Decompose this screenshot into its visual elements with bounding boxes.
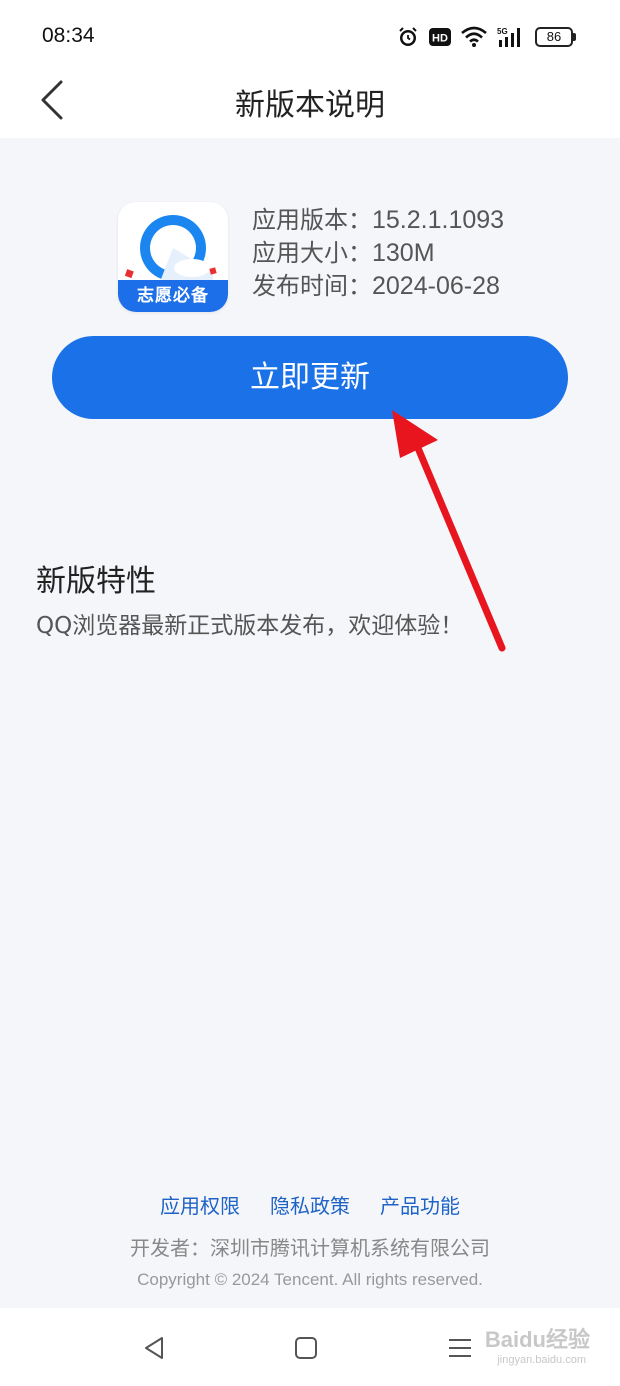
app-icon: 志愿必备 <box>118 202 228 312</box>
footer-links: 应用权限 隐私政策 产品功能 <box>0 1190 620 1219</box>
size-value: 130M <box>372 239 435 267</box>
version-label: 应用版本： <box>252 206 372 234</box>
navigation-bar: Baidu经验 jingyan.baidu.com <box>0 1308 620 1386</box>
footer-link-permissions[interactable]: 应用权限 <box>160 1190 240 1219</box>
meta-version-row: 应用版本： 15.2.1.1093 <box>252 204 504 237</box>
footer-link-privacy[interactable]: 隐私政策 <box>270 1190 350 1219</box>
developer-info: 开发者：深圳市腾讯计算机系统有限公司 <box>130 1236 490 1260</box>
app-meta: 应用版本： 15.2.1.1093 应用大小： 130M 发布时间： 2024-… <box>252 204 504 303</box>
page-title: 新版本说明 <box>235 88 385 123</box>
meta-date-row: 发布时间： 2024-06-28 <box>252 270 504 303</box>
features-text: QQ浏览器最新正式版本发布，欢迎体验！ <box>36 613 464 639</box>
network-label: 5G <box>497 27 508 36</box>
size-label: 应用大小： <box>252 239 372 267</box>
date-value: 2024-06-28 <box>372 272 500 300</box>
header: 新版本说明 <box>0 72 620 138</box>
watermark-sub: jingyan.baidu.com <box>497 1354 586 1366</box>
meta-size-row: 应用大小： 130M <box>252 237 504 270</box>
status-icons: HD 5G 86 <box>397 24 576 50</box>
hd-icon: HD <box>429 28 451 46</box>
status-time: 08:34 <box>42 24 95 47</box>
footer-link-features[interactable]: 产品功能 <box>380 1190 460 1219</box>
5g-signal-icon: 5G <box>497 27 520 47</box>
date-label: 发布时间： <box>252 272 372 300</box>
alarm-icon <box>399 27 417 46</box>
nav-home-icon[interactable] <box>292 1334 320 1362</box>
battery-level: 86 <box>535 27 573 47</box>
wifi-icon <box>461 26 487 47</box>
battery-icon: 86 <box>535 27 576 47</box>
nav-menu-icon[interactable] <box>446 1334 474 1362</box>
copyright: Copyright © 2024 Tencent. All rights res… <box>137 1270 483 1289</box>
features-heading: 新版特性 <box>36 564 156 599</box>
nav-back-icon[interactable] <box>140 1334 168 1362</box>
status-bar: 08:34 HD 5G 86 <box>0 0 620 72</box>
hd-label: HD <box>432 33 448 45</box>
battery-tip <box>573 33 576 41</box>
app-icon-banner: 志愿必备 <box>118 280 228 312</box>
watermark: Baidu经验 <box>484 1327 590 1352</box>
version-value: 15.2.1.1093 <box>372 206 505 234</box>
